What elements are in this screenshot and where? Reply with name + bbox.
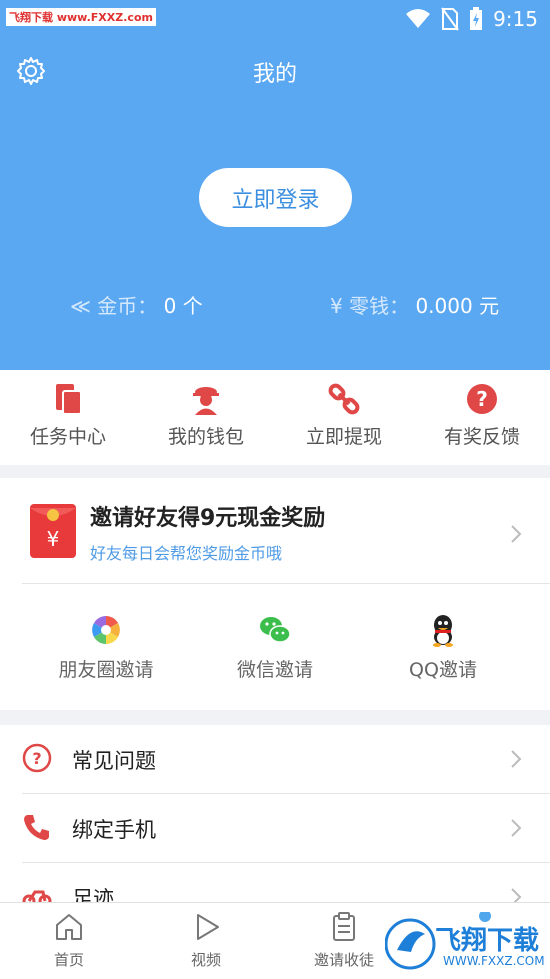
play-icon	[197, 914, 219, 940]
invite-section: ¥ 邀请好友得9元现金奖励 好友每日会帮您奖励金币哦 朋友圈邀请 微信邀请 QQ…	[0, 478, 550, 710]
chevron-right-icon	[511, 525, 522, 543]
tab-label: 视频	[190, 951, 221, 969]
no-sim-icon	[441, 7, 459, 31]
menu-item-faq[interactable]: ? 常见问题	[0, 725, 550, 793]
action-my-wallet[interactable]: 我的钱包	[146, 382, 266, 449]
tab-home[interactable]: 首页	[19, 911, 119, 970]
status-bar: 飞翔下载 www.FXXZ.com 9:15	[0, 0, 550, 40]
divider	[22, 583, 550, 584]
tab-label: 邀请收徒	[313, 951, 374, 969]
invite-title: 邀请好友得9元现金奖励	[90, 506, 326, 531]
action-label: 我的钱包	[167, 426, 244, 448]
menu-item-footprint[interactable]: 足迹	[0, 863, 550, 905]
tab-video[interactable]: 视频	[156, 911, 256, 970]
action-label: 有奖反馈	[443, 426, 520, 448]
tab-label: 首页	[53, 951, 84, 969]
invite-banner[interactable]: ¥ 邀请好友得9元现金奖励 好友每日会帮您奖励金币哦	[0, 478, 550, 583]
menu-label: 绑定手机	[72, 818, 156, 842]
wifi-icon	[406, 9, 431, 28]
link-icon	[328, 383, 360, 415]
cash-value: 0.000 元	[415, 294, 500, 318]
quick-actions: 任务中心 我的钱包 立即提现 ? 有奖反馈	[0, 370, 550, 465]
wallet-icon	[193, 387, 219, 415]
home-icon	[56, 914, 82, 940]
task-icon	[56, 384, 82, 415]
share-qq[interactable]: QQ邀请	[368, 613, 518, 682]
moments-icon	[92, 616, 120, 644]
svg-text:?: ?	[32, 749, 41, 768]
watermark-text: 飞翔下载 www.FXXZ.com	[6, 8, 156, 26]
cash-label: 零钱：	[349, 294, 410, 318]
battery-icon	[470, 7, 483, 30]
share-label: 微信邀请	[236, 659, 313, 681]
settings-menu: ? 常见问题 绑定手机 足迹	[0, 725, 550, 905]
coins-value: 0 个	[163, 294, 203, 318]
share-moments[interactable]: 朋友圈邀请	[31, 613, 181, 682]
tab-invite[interactable]: 邀请收徒	[294, 911, 394, 970]
coins-label: 金币：	[97, 294, 158, 318]
action-withdraw[interactable]: 立即提现	[284, 382, 404, 449]
status-time: 9:15	[493, 7, 538, 31]
action-feedback[interactable]: ? 有奖反馈	[422, 382, 542, 449]
question-icon: ?	[467, 384, 497, 414]
share-label: 朋友圈邀请	[58, 659, 154, 681]
wechat-icon	[260, 617, 291, 643]
watermark-big-text: 飞翔下载	[435, 926, 540, 956]
phone-icon	[24, 815, 49, 840]
action-label: 立即提现	[305, 426, 382, 448]
svg-text:¥: ¥	[47, 527, 60, 551]
status-icons: 9:15	[405, 7, 538, 31]
page-title: 我的	[252, 62, 297, 87]
clipboard-icon	[333, 912, 355, 941]
red-packet-icon: ¥	[30, 504, 76, 558]
menu-label: 常见问题	[72, 749, 156, 773]
share-label: QQ邀请	[409, 659, 477, 681]
faq-icon: ?	[22, 743, 52, 773]
svg-text:?: ?	[476, 387, 488, 411]
login-button[interactable]: 立即登录	[199, 168, 352, 227]
watermark-small-text: WWW.FXXZ.COM	[443, 954, 545, 968]
qq-icon	[433, 615, 453, 647]
cash-balance: ¥ 零钱： 0.000 元	[330, 290, 499, 319]
chevron-right-icon	[511, 819, 522, 837]
menu-item-bind-phone[interactable]: 绑定手机	[0, 794, 550, 862]
share-wechat[interactable]: 微信邀请	[200, 613, 350, 682]
coins-balance: ≪ 金币： 0 个	[70, 290, 203, 319]
invite-subtitle: 好友每日会帮您奖励金币哦	[90, 544, 283, 563]
action-label: 任务中心	[29, 426, 106, 448]
yen-icon: ¥	[330, 294, 343, 318]
action-task-center[interactable]: 任务中心	[8, 382, 128, 449]
coin-icon: ≪	[70, 294, 91, 318]
chevron-right-icon	[511, 750, 522, 768]
